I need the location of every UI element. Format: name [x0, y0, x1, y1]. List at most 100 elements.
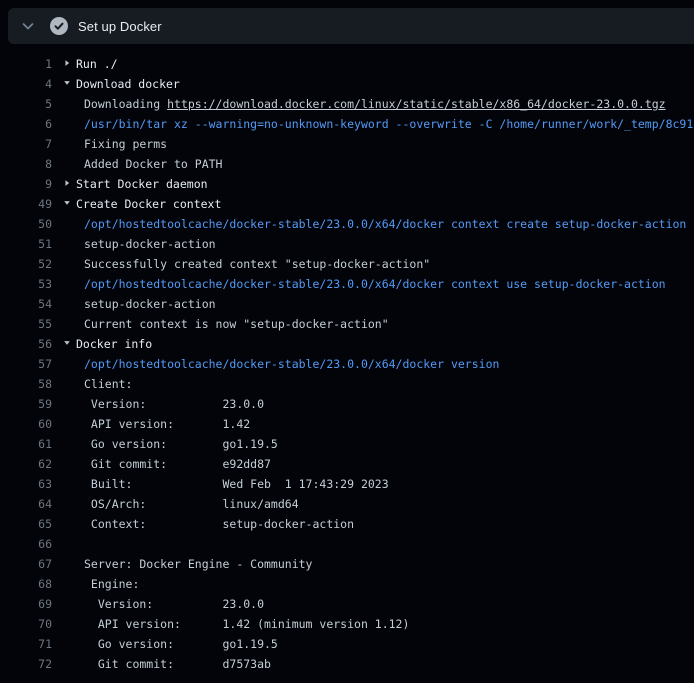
log-group-header[interactable]: Run ./: [62, 54, 694, 74]
line-number[interactable]: 51: [0, 234, 52, 254]
line-number[interactable]: 52: [0, 254, 52, 274]
line-number[interactable]: 54: [0, 294, 52, 314]
step-header[interactable]: Set up Docker: [8, 8, 694, 44]
log-line: 55 Current context is now "setup-docker-a…: [0, 314, 694, 334]
log-group-title: Run ./: [76, 57, 118, 71]
log-text: Version: 23.0.0: [84, 597, 264, 611]
line-number[interactable]: 56: [0, 334, 52, 354]
line-number[interactable]: 50: [0, 214, 52, 234]
log-text: OS/Arch: linux/amd64: [84, 497, 299, 511]
line-number[interactable]: 63: [0, 474, 52, 494]
log-line: 49 Create Docker context: [0, 194, 694, 214]
log-line: 72 Git commit: d7573ab: [0, 654, 694, 674]
line-number[interactable]: 5: [0, 94, 52, 114]
log-line-content: Fixing perms: [62, 134, 694, 154]
log-line: 6/usr/bin/tar xz --warning=no-unknown-ke…: [0, 114, 694, 134]
log-group-title: Download docker: [76, 77, 180, 91]
line-number[interactable]: 64: [0, 494, 52, 514]
log-line: 69 Version: 23.0.0: [0, 594, 694, 614]
log-group-header[interactable]: Create Docker context: [62, 194, 694, 214]
log-line: 64 OS/Arch: linux/amd64: [0, 494, 694, 514]
chevron-down-icon[interactable]: [20, 18, 36, 34]
log-line-content: API version: 1.42 (minimum version 1.12): [62, 614, 694, 634]
log-group-header[interactable]: Docker info: [62, 334, 694, 354]
log-line: 67 Server: Docker Engine - Community: [0, 554, 694, 574]
step-title: Set up Docker: [78, 19, 162, 34]
log-group-header[interactable]: Start Docker daemon: [62, 174, 694, 194]
line-number[interactable]: 65: [0, 514, 52, 534]
log-line-content: Context: setup-docker-action: [62, 514, 694, 534]
log-line-content: Client:: [62, 374, 694, 394]
log-line-content: Git commit: e92dd87: [62, 454, 694, 474]
line-number[interactable]: 53: [0, 274, 52, 294]
log-line-content: /opt/hostedtoolcache/docker-stable/23.0.…: [62, 274, 694, 294]
log-line-content: Successfully created context "setup-dock…: [62, 254, 694, 274]
log-line: 52 Successfully created context "setup-do…: [0, 254, 694, 274]
line-number[interactable]: 57: [0, 354, 52, 374]
log-line-content: [62, 534, 694, 554]
log-line: 7 Fixing perms: [0, 134, 694, 154]
line-number[interactable]: 68: [0, 574, 52, 594]
log-text: Current context is now "setup-docker-act…: [84, 317, 389, 331]
line-number[interactable]: 4: [0, 74, 52, 94]
log-line-content: /opt/hostedtoolcache/docker-stable/23.0.…: [62, 214, 694, 234]
log-line: 65 Context: setup-docker-action: [0, 514, 694, 534]
line-number[interactable]: 71: [0, 634, 52, 654]
log-line: 66: [0, 534, 694, 554]
log-link[interactable]: https://download.docker.com/linux/static…: [167, 97, 666, 111]
log-line: 63 Built: Wed Feb 1 17:43:29 2023: [0, 474, 694, 494]
line-number[interactable]: 59: [0, 394, 52, 414]
line-number[interactable]: 1: [0, 54, 52, 74]
line-number[interactable]: 70: [0, 614, 52, 634]
triangle-expanded-icon[interactable]: [62, 334, 76, 354]
log-line-content: /usr/bin/tar xz --warning=no-unknown-key…: [62, 114, 694, 134]
log-line-content: Current context is now "setup-docker-act…: [62, 314, 694, 334]
line-number[interactable]: 58: [0, 374, 52, 394]
line-number[interactable]: 6: [0, 114, 52, 134]
log: 1 Run ./ 4 Download docker 5 Downloading http…: [0, 54, 694, 674]
log-line: 50/opt/hostedtoolcache/docker-stable/23.…: [0, 214, 694, 234]
line-number[interactable]: 67: [0, 554, 52, 574]
line-number[interactable]: 49: [0, 194, 52, 214]
line-number[interactable]: 55: [0, 314, 52, 334]
line-number[interactable]: 9: [0, 174, 52, 194]
log-command: /usr/bin/tar xz --warning=no-unknown-key…: [84, 117, 693, 131]
log-line: 5 Downloading https://download.docker.com…: [0, 94, 694, 114]
log-text: Server: Docker Engine - Community: [84, 557, 312, 571]
log-line-content: /opt/hostedtoolcache/docker-stable/23.0.…: [62, 354, 694, 374]
log-text: Git commit: e92dd87: [84, 457, 271, 471]
log-line: 68 Engine:: [0, 574, 694, 594]
line-number[interactable]: 62: [0, 454, 52, 474]
log-text: Context: setup-docker-action: [84, 517, 354, 531]
line-number[interactable]: 69: [0, 594, 52, 614]
log-command: /opt/hostedtoolcache/docker-stable/23.0.…: [84, 217, 686, 231]
log-line-content: Added Docker to PATH: [62, 154, 694, 174]
line-number[interactable]: 72: [0, 654, 52, 674]
line-number[interactable]: 61: [0, 434, 52, 454]
triangle-expanded-icon[interactable]: [62, 194, 76, 214]
log-group-header[interactable]: Download docker: [62, 74, 694, 94]
log-group-title: Start Docker daemon: [76, 177, 208, 191]
log-line: 57/opt/hostedtoolcache/docker-stable/23.…: [0, 354, 694, 374]
log-line: 56 Docker info: [0, 334, 694, 354]
line-number[interactable]: 7: [0, 134, 52, 154]
log-line: 59 Version: 23.0.0: [0, 394, 694, 414]
triangle-collapsed-icon[interactable]: [62, 54, 76, 74]
log-text: API version: 1.42: [84, 417, 250, 431]
log-line-content: Downloading https://download.docker.com/…: [62, 94, 694, 114]
triangle-collapsed-icon[interactable]: [62, 174, 76, 194]
log-line: 54setup-docker-action: [0, 294, 694, 314]
line-number[interactable]: 8: [0, 154, 52, 174]
log-text: Engine:: [84, 577, 139, 591]
line-number[interactable]: 66: [0, 534, 52, 554]
log-line-content: Go version: go1.19.5: [62, 434, 694, 454]
line-number[interactable]: 60: [0, 414, 52, 434]
log-line: 51 setup-docker-action: [0, 234, 694, 254]
log-line-content: Go version: go1.19.5: [62, 634, 694, 654]
log-line: 58 Client:: [0, 374, 694, 394]
log-text: Successfully created context "setup-dock…: [84, 257, 430, 271]
triangle-expanded-icon[interactable]: [62, 74, 76, 94]
log-text: setup-docker-action: [84, 237, 216, 251]
log-text: Added Docker to PATH: [84, 157, 222, 171]
log-line-content: Server: Docker Engine - Community: [62, 554, 694, 574]
